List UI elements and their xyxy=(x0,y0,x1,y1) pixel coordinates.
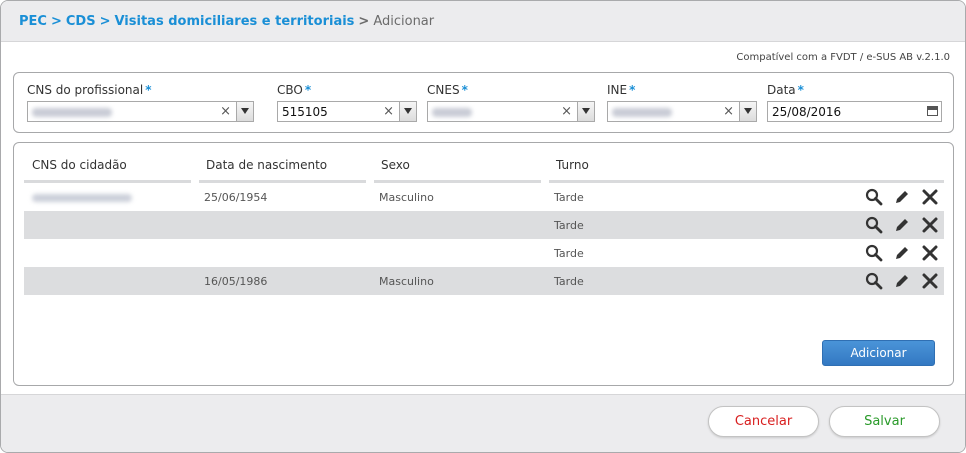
save-button[interactable]: Salvar xyxy=(829,406,940,437)
ine-combo[interactable]: × xyxy=(607,101,757,122)
cell-nascimento: 16/05/1986 xyxy=(204,275,268,288)
cbo-value: 515105 xyxy=(282,105,328,119)
chevron-down-icon[interactable] xyxy=(399,102,416,121)
breadcrumb-separator: > xyxy=(99,14,111,29)
cns-profissional-field: CNS do profissional * × xyxy=(27,83,254,122)
cell-turno: Tarde xyxy=(554,219,584,232)
search-icon[interactable] xyxy=(865,272,883,290)
breadcrumb-separator: > xyxy=(358,14,370,29)
breadcrumb-pec[interactable]: PEC xyxy=(19,14,47,29)
cell-turno: Tarde xyxy=(554,275,584,288)
breadcrumb-cds[interactable]: CDS xyxy=(66,14,96,29)
add-citizen-button[interactable]: Adicionar xyxy=(822,340,935,366)
date-input[interactable]: 25/08/2016 xyxy=(767,101,942,122)
required-mark: * xyxy=(797,83,804,97)
cbo-combo[interactable]: 515105 × xyxy=(277,101,417,122)
ine-value-redacted xyxy=(612,108,672,117)
cnes-label: CNES * xyxy=(427,83,468,97)
cell-sexo: Masculino xyxy=(379,191,434,204)
chevron-down-icon[interactable] xyxy=(577,102,594,121)
required-mark: * xyxy=(145,83,152,97)
cns-profissional-combo[interactable]: × xyxy=(27,101,254,122)
column-header-cns: CNS do cidadão xyxy=(32,158,127,172)
breadcrumb-visitas[interactable]: Visitas domiciliares e territoriais xyxy=(114,14,354,29)
professional-form: CNS do profissional * × CBO * 515105 × CNE… xyxy=(13,72,954,133)
cbo-label: CBO * xyxy=(277,83,312,97)
cnes-combo[interactable]: × xyxy=(427,101,595,122)
pencil-icon[interactable] xyxy=(893,188,911,206)
cell-nascimento: 25/06/1954 xyxy=(204,191,268,204)
cnes-field: CNES * × xyxy=(427,83,595,122)
column-header-sexo: Sexo xyxy=(381,158,410,172)
table-row[interactable]: 16/05/1986 Masculino Tarde xyxy=(24,267,944,295)
data-label: Data * xyxy=(767,83,804,97)
table-row[interactable]: 25/06/1954 Masculino Tarde xyxy=(24,183,944,211)
table-row[interactable]: Tarde xyxy=(24,211,944,239)
pencil-icon[interactable] xyxy=(893,244,911,262)
cancel-button[interactable]: Cancelar xyxy=(708,406,819,437)
pencil-icon[interactable] xyxy=(893,216,911,234)
cnes-value-redacted xyxy=(432,108,472,117)
cell-sexo: Masculino xyxy=(379,275,434,288)
required-mark: * xyxy=(304,83,312,97)
ine-field: INE * × xyxy=(607,83,757,122)
citizen-list: CNS do cidadão Data de nascimento Sexo T… xyxy=(13,142,954,386)
clear-icon[interactable]: × xyxy=(383,104,394,119)
required-mark: * xyxy=(629,83,636,97)
cbo-field: CBO * 515105 × xyxy=(277,83,417,122)
column-header-turno: Turno xyxy=(556,158,589,172)
clear-icon[interactable]: × xyxy=(220,104,231,119)
compatibility-note: Compatível com a FVDT / e-SUS AB v.2.1.0 xyxy=(736,52,950,63)
cell-turno: Tarde xyxy=(554,247,584,260)
search-icon[interactable] xyxy=(865,188,883,206)
required-mark: * xyxy=(461,83,468,97)
data-field: Data * 25/08/2016 xyxy=(767,83,942,122)
date-value: 25/08/2016 xyxy=(772,105,842,119)
cns-cidadao-redacted xyxy=(32,194,132,202)
visit-form-window: PEC > CDS > Visitas domiciliares e territori… xyxy=(0,0,966,453)
cns-profissional-label: CNS do profissional * xyxy=(27,83,152,97)
close-icon[interactable] xyxy=(921,272,939,290)
search-icon[interactable] xyxy=(865,244,883,262)
chevron-down-icon[interactable] xyxy=(236,102,253,121)
search-icon[interactable] xyxy=(865,216,883,234)
calendar-icon[interactable] xyxy=(925,103,940,120)
close-icon[interactable] xyxy=(921,188,939,206)
chevron-down-icon[interactable] xyxy=(739,102,756,121)
breadcrumb: PEC > CDS > Visitas domiciliares e territori… xyxy=(19,14,434,29)
clear-icon[interactable]: × xyxy=(561,104,572,119)
column-header-nascimento: Data de nascimento xyxy=(206,158,328,172)
ine-label: INE * xyxy=(607,83,636,97)
breadcrumb-separator: > xyxy=(50,14,62,29)
cell-turno: Tarde xyxy=(554,191,584,204)
footer-bar: Cancelar Salvar xyxy=(1,394,965,452)
close-icon[interactable] xyxy=(921,244,939,262)
breadcrumb-current: Adicionar xyxy=(373,14,435,29)
table-row[interactable]: Tarde xyxy=(24,239,944,267)
close-icon[interactable] xyxy=(921,216,939,234)
clear-icon[interactable]: × xyxy=(723,104,734,119)
cns-profissional-value-redacted xyxy=(32,108,112,117)
header-bar: PEC > CDS > Visitas domiciliares e territori… xyxy=(1,1,965,42)
pencil-icon[interactable] xyxy=(893,272,911,290)
